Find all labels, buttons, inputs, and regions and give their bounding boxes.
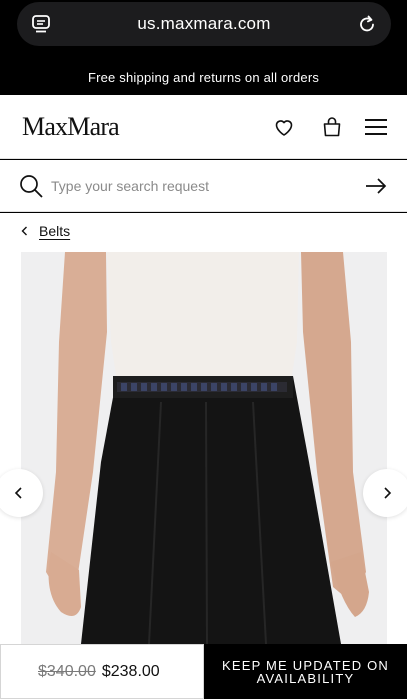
heart-icon[interactable] [272,115,296,139]
product-gallery [0,252,407,644]
tabs-icon[interactable] [31,14,51,34]
product-photo-illustration [21,252,387,644]
chevron-right-icon [384,487,392,499]
url-text[interactable]: us.maxmara.com [17,14,391,34]
original-price: $340.00 [38,662,96,680]
breadcrumb: Belts [0,213,407,252]
purchase-bar: $340.00 $238.00 KEEP ME UPDATED ON AVAIL… [0,644,407,699]
bag-icon[interactable] [320,115,344,139]
reload-icon[interactable] [357,14,377,34]
product-image [21,252,387,644]
notify-availability-button[interactable]: KEEP ME UPDATED ON AVAILABILITY [204,644,407,699]
hamburger-menu-icon[interactable] [364,115,388,139]
browser-address-bar: us.maxmara.com [0,0,407,60]
search-icon[interactable] [19,174,43,198]
url-field[interactable]: us.maxmara.com [17,2,391,46]
promo-banner: Free shipping and returns on all orders [0,60,407,95]
sale-price: $238.00 [101,662,160,680]
breadcrumb-back-link[interactable]: Belts [20,223,70,239]
brand-logo[interactable]: MaxMara [22,112,120,142]
search-input[interactable] [51,174,341,198]
arrow-right-icon[interactable] [364,174,388,198]
chevron-left-icon [21,226,27,236]
price-box: $340.00 $238.00 [0,644,204,699]
gallery-next-button[interactable] [363,469,407,517]
search-bar [0,160,407,212]
site-header: MaxMara [0,95,407,159]
chevron-left-icon [14,487,22,499]
breadcrumb-label[interactable]: Belts [39,223,70,239]
